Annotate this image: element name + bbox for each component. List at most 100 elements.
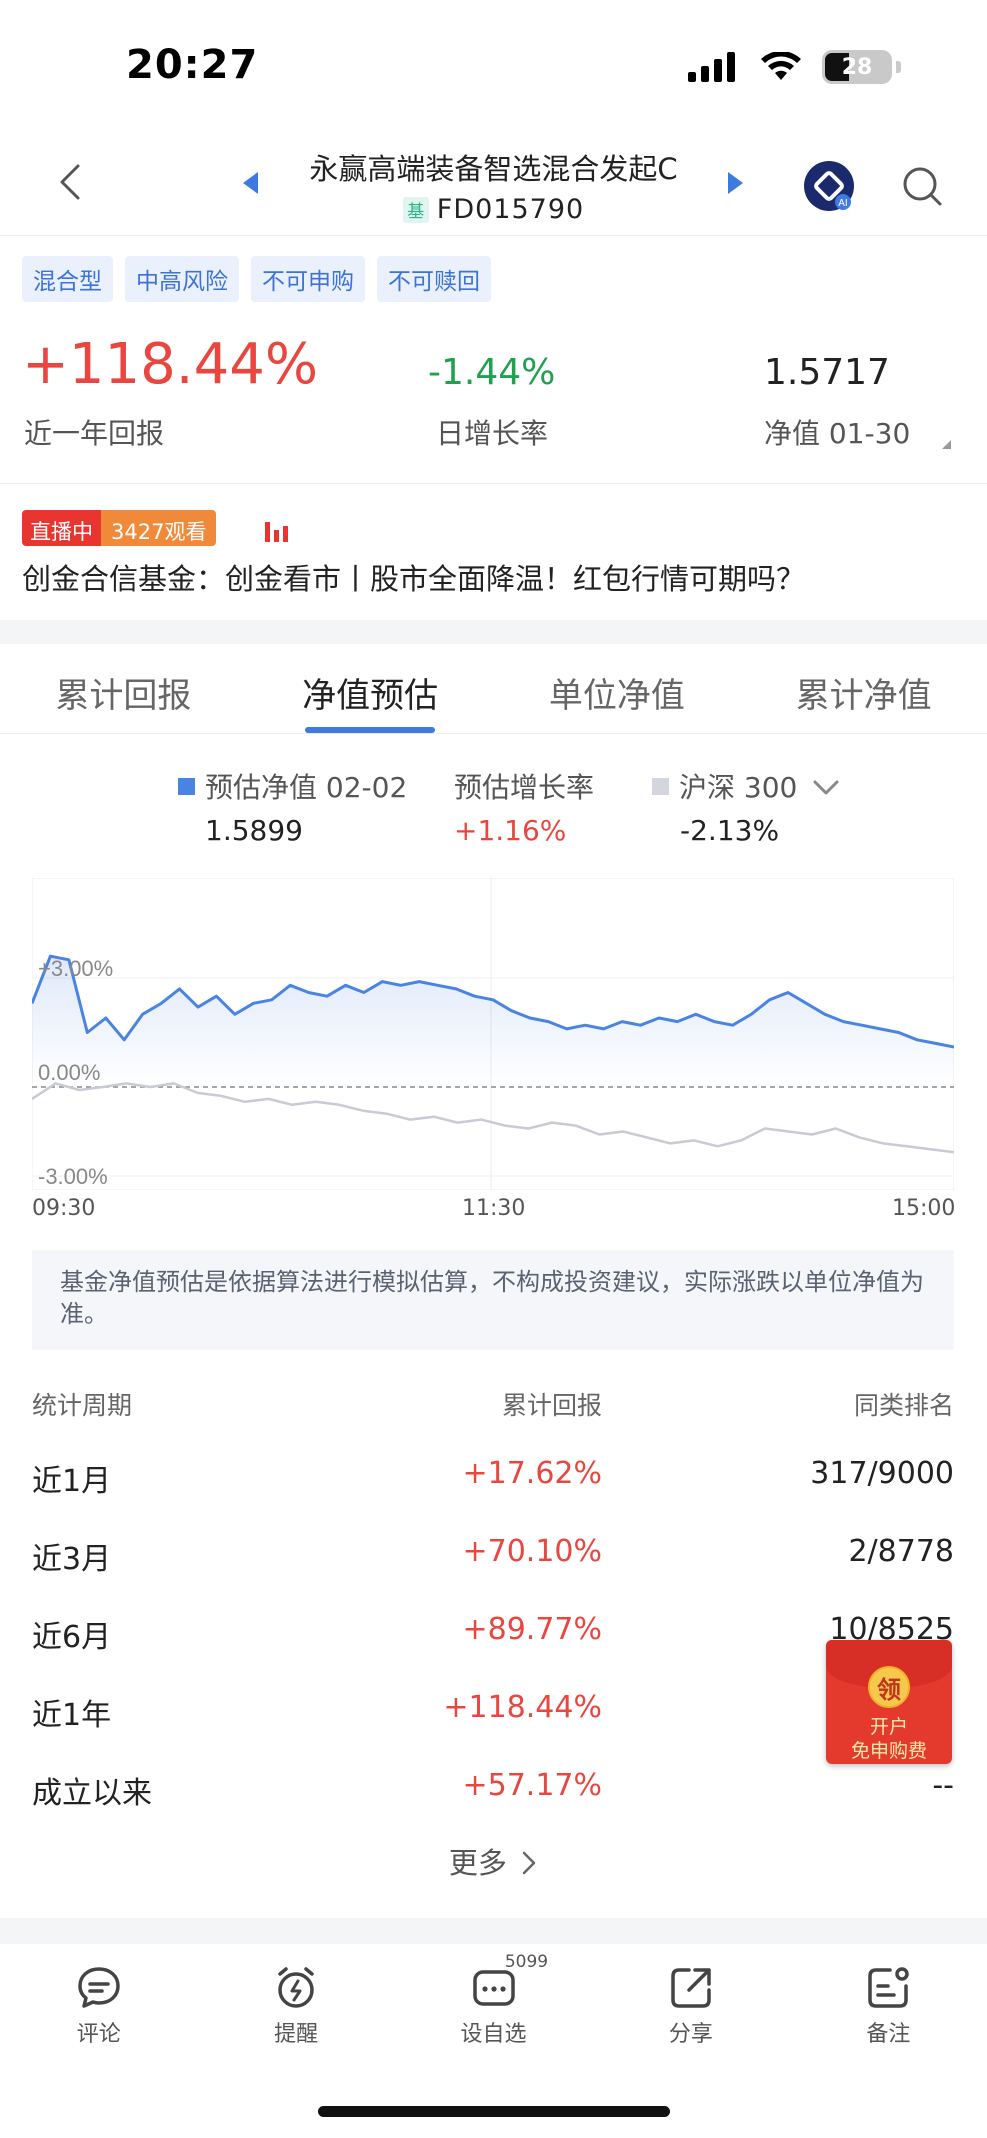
row-period: 近1年	[32, 1698, 112, 1733]
header-period: 统计周期	[32, 1391, 133, 1420]
red-packet-coin: 领	[868, 1666, 910, 1708]
tag-redeem: 不可赎回	[377, 256, 491, 302]
row-period: 成立以来	[32, 1776, 152, 1811]
tab-cumulative-return[interactable]: 累计回报	[0, 644, 247, 733]
section-gap-bottom	[0, 1918, 987, 1944]
add-watchlist-button[interactable]: 5099 设自选	[395, 1944, 592, 2064]
series-area-estimate	[32, 956, 954, 1087]
nav-label: 净值 01-30	[764, 417, 911, 450]
series-line-index	[32, 1082, 954, 1154]
signal-icon	[688, 52, 735, 82]
comment-button[interactable]: 评论	[0, 1944, 197, 2064]
status-time: 20:27	[126, 42, 259, 88]
status-icons: 28	[688, 50, 901, 84]
svg-text:AI: AI	[838, 198, 847, 209]
row-period: 近1月	[32, 1464, 112, 1499]
watchlist-count-badge: 5099	[504, 1952, 549, 1972]
more-link[interactable]: 更多	[0, 1840, 987, 1882]
more-label: 更多	[448, 1846, 507, 1880]
wifi-icon	[761, 52, 801, 80]
section-gap	[0, 620, 987, 644]
alarm-icon	[278, 1967, 314, 2008]
row-rank: 317/9000	[810, 1456, 954, 1491]
tab-unit-nav[interactable]: 单位净值	[494, 644, 741, 733]
tag-purchase: 不可申购	[251, 256, 365, 302]
fund-type-badge: 基	[402, 196, 429, 223]
daily-growth-value: -1.44%	[428, 352, 556, 393]
row-rank: 2/8778	[848, 1534, 954, 1569]
note-icon	[868, 1967, 910, 2008]
year-return-label: 近一年回报	[24, 417, 165, 450]
table-row[interactable]: 近6月 +89.77% 10/8525	[32, 1612, 954, 1690]
next-fund-icon[interactable]	[726, 170, 746, 196]
legend-index-value: -2.13%	[680, 814, 780, 847]
y-tick-zero: 0.00%	[38, 1060, 100, 1085]
battery-icon: 28	[822, 50, 892, 84]
table-row[interactable]: 近3月 +70.10% 2/8778	[32, 1534, 954, 1612]
red-packet-line2: 免申购费	[850, 1740, 927, 1762]
red-packet-promo[interactable]: 领 开户 免申购费	[826, 1640, 952, 1764]
note-label: 备注	[866, 2022, 911, 2047]
legend-rate: 预估增长率	[454, 766, 594, 806]
comment-label: 评论	[76, 2022, 121, 2047]
red-packet-line1: 开户	[869, 1716, 908, 1738]
live-status: 直播中	[22, 510, 101, 546]
legend-estimate-label: 预估净值 02-02	[205, 771, 408, 804]
y-tick-top: +3.00%	[38, 956, 113, 981]
row-return: +89.77%	[462, 1612, 602, 1647]
legend-index-swatch	[652, 778, 669, 795]
tab-cumulative-nav[interactable]: 累计净值	[740, 644, 987, 733]
legend-estimate-swatch	[178, 778, 195, 795]
fund-code: FD015790	[436, 194, 585, 225]
nav-estimate-chart[interactable]: +3.00% 0.00% -3.00%	[32, 878, 954, 1190]
legend-rate-value: +1.16%	[454, 814, 567, 847]
row-return: +118.44%	[443, 1690, 602, 1725]
daily-growth-label: 日增长率	[436, 417, 549, 450]
row-rank: --	[932, 1768, 954, 1803]
table-row[interactable]: 近1年 +118.44%	[32, 1690, 954, 1768]
x-tick-close: 15:00	[892, 1196, 956, 1221]
legend-rate-label: 预估增长率	[454, 771, 595, 804]
note-button[interactable]: 备注	[790, 1944, 987, 2064]
tag-fund-type: 混合型	[22, 256, 113, 302]
chart-series-layer	[32, 954, 954, 1154]
share-button[interactable]: 分享	[592, 1944, 789, 2064]
home-indicator	[318, 2106, 670, 2117]
row-period: 近3月	[32, 1542, 112, 1577]
chevron-down-icon[interactable]	[812, 778, 840, 798]
chart-tabs: 累计回报 净值预估 单位净值 累计净值	[0, 644, 987, 734]
share-icon	[671, 1968, 711, 2008]
battery-level: 28	[841, 54, 873, 80]
legend-index-label: 沪深 300	[679, 771, 798, 804]
row-return: +17.62%	[462, 1456, 602, 1491]
fund-tags: 混合型 中高风险 不可申购 不可赎回	[22, 256, 491, 302]
live-badge[interactable]: 直播中 3427观看	[22, 510, 217, 546]
status-bar: 20:27 28	[0, 0, 987, 130]
nav-header: 永赢高端装备智选混合发起C 基 FD015790 AI	[0, 130, 987, 236]
alert-label: 提醒	[274, 2022, 319, 2047]
search-icon[interactable]	[900, 164, 944, 208]
chevron-right-icon	[522, 1851, 536, 1875]
live-title[interactable]: 创金合信基金：创金看市丨股市全面降温！红包行情可期吗？	[22, 556, 805, 598]
battery-tip	[896, 61, 901, 73]
legend-estimate-value: 1.5899	[205, 814, 303, 847]
table-row[interactable]: 近1月 +17.62% 317/9000	[32, 1456, 954, 1534]
row-return: +57.17%	[462, 1768, 602, 1803]
table-row[interactable]: 成立以来 +57.17% --	[32, 1768, 954, 1846]
tab-nav-estimate[interactable]: 净值预估	[247, 644, 494, 733]
y-tick-bottom: -3.00%	[38, 1164, 108, 1189]
add-watchlist-label: 设自选	[460, 2022, 527, 2047]
header-return: 累计回报	[501, 1391, 602, 1420]
comment-icon	[77, 1967, 120, 2008]
expand-corner-icon[interactable]	[942, 440, 951, 449]
bottom-toolbar: 评论 提醒 5099 设自选 分享 备注	[0, 1944, 987, 2064]
ai-assistant-icon[interactable]: AI	[803, 160, 855, 212]
nav-value: 1.5717	[764, 352, 890, 393]
divider	[0, 483, 987, 484]
estimate-disclaimer: 基金净值预估是依据算法进行模拟估算，不构成投资建议，实际涨跌以单位净值为准。	[32, 1250, 954, 1350]
alert-button[interactable]: 提醒	[197, 1944, 394, 2064]
x-tick-noon: 11:30	[462, 1196, 526, 1221]
legend-estimate: 预估净值 02-02	[178, 766, 407, 806]
legend-index[interactable]: 沪深 300	[652, 766, 840, 806]
row-return: +70.10%	[462, 1534, 602, 1569]
